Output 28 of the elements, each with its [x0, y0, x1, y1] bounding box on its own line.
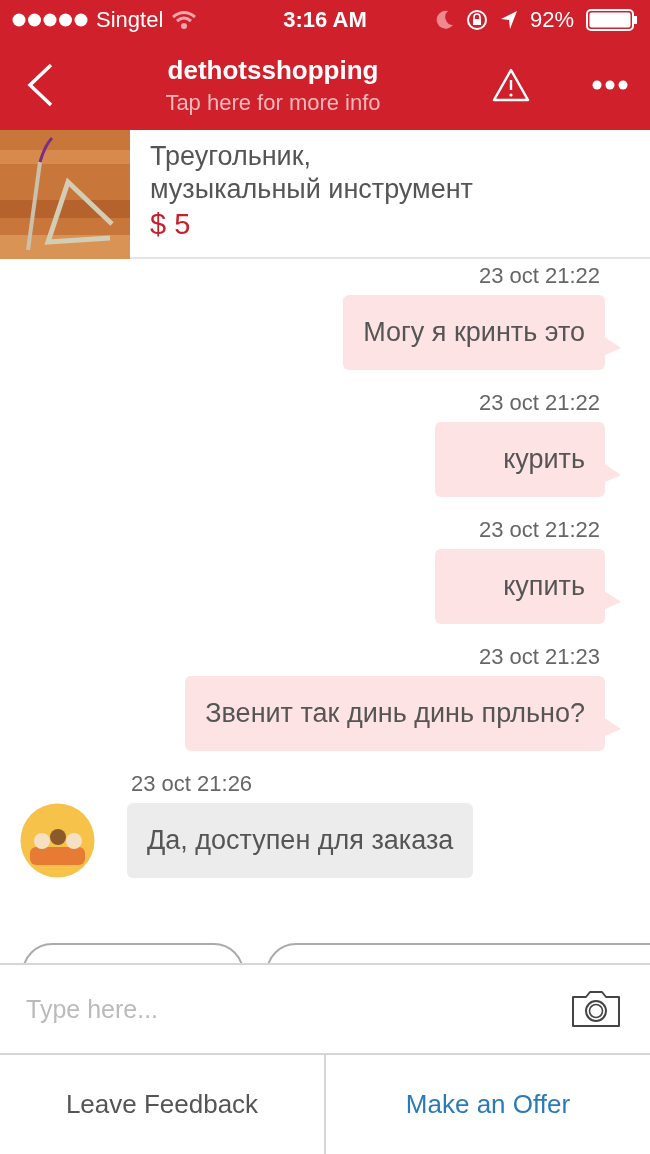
bubble-tail	[603, 590, 621, 610]
chat-subtitle[interactable]: Tap here for more info	[165, 89, 381, 116]
message-bubble: Да, доступен для заказа	[127, 803, 474, 878]
back-button[interactable]	[26, 63, 54, 107]
product-title: Треугольник,	[150, 140, 312, 173]
more-button[interactable]	[592, 80, 628, 90]
location-arrow-icon	[499, 10, 518, 30]
message-time: 23 oct 21:22	[478, 263, 600, 289]
message-time: 23 oct 21:22	[478, 517, 600, 543]
carrier-name: Singtel	[96, 7, 164, 33]
battery-percent: 92%	[529, 7, 574, 33]
message-time: 23 oct 21:22	[478, 390, 600, 416]
wifi-icon	[171, 10, 198, 30]
message-time: 23 oct 21:26	[131, 771, 253, 797]
rotation-lock-icon	[465, 9, 488, 31]
bubble-tail	[603, 717, 621, 737]
chat-title[interactable]: dethotsshopping	[167, 54, 379, 86]
product-title: музыкальный инструмент	[150, 173, 473, 206]
bubble-tail	[603, 336, 621, 356]
warning-button[interactable]	[492, 68, 530, 102]
product-price: $ 5	[150, 207, 192, 242]
message-time: 23 oct 21:23	[478, 644, 600, 670]
signal-dots-icon	[12, 13, 88, 27]
moon-icon	[435, 10, 454, 30]
battery-icon	[586, 9, 638, 31]
clock-time: 3:16 AM	[283, 7, 367, 33]
camera-button[interactable]	[570, 989, 622, 1029]
bubble-tail	[603, 463, 621, 483]
